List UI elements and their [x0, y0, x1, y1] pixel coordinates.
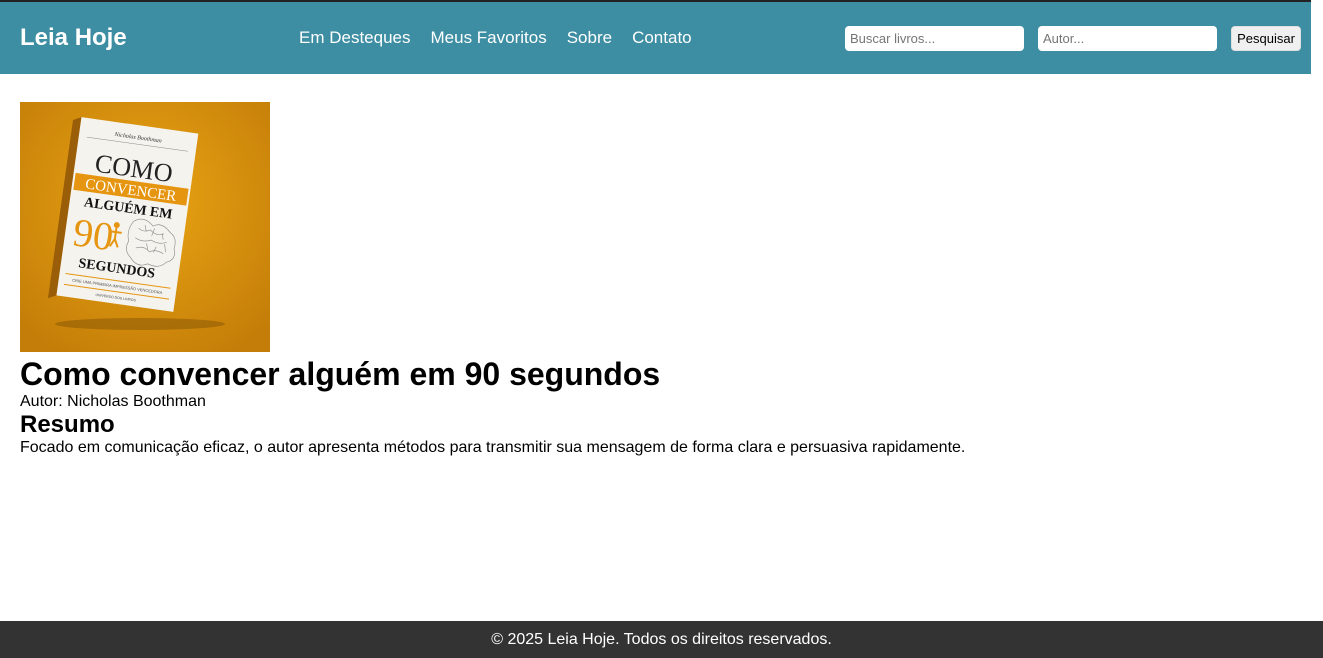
summary-heading: Resumo: [20, 411, 115, 438]
summary-text: Focado em comunicação eficaz, o autor ap…: [20, 439, 966, 456]
cover-number-90: 90: [70, 209, 116, 259]
scrollbar-track[interactable]: [1311, 0, 1323, 621]
search-button[interactable]: Pesquisar: [1231, 26, 1301, 51]
nav-link-highlights[interactable]: Em Desteques: [299, 28, 411, 48]
brand-logo[interactable]: Leia Hoje: [20, 24, 127, 52]
book-cover-image: Nicholas Boothman COMO CONVENCER ALGUÉM …: [20, 102, 270, 352]
search-books-input[interactable]: [845, 26, 1024, 51]
nav-links: Em Desteques Meus Favoritos Sobre Contat…: [299, 28, 692, 48]
book-title: Como convencer alguém em 90 segundos: [20, 356, 661, 392]
book-author: Autor: Nicholas Boothman: [20, 393, 206, 410]
book-shadow: [55, 318, 225, 330]
book-cover-illustration: Nicholas Boothman COMO CONVENCER ALGUÉM …: [20, 102, 270, 352]
nav-link-contact[interactable]: Contato: [632, 28, 692, 48]
footer-copyright: © 2025 Leia Hoje. Todos os direitos rese…: [491, 631, 832, 648]
search-author-input[interactable]: [1038, 26, 1217, 51]
nav-link-about[interactable]: Sobre: [567, 28, 612, 48]
footer: © 2025 Leia Hoje. Todos os direitos rese…: [0, 621, 1323, 658]
book-object: Nicholas Boothman COMO CONVENCER ALGUÉM …: [47, 117, 199, 312]
nav-link-favorites[interactable]: Meus Favoritos: [431, 28, 547, 48]
navbar: Leia Hoje Em Desteques Meus Favoritos So…: [0, 2, 1311, 74]
